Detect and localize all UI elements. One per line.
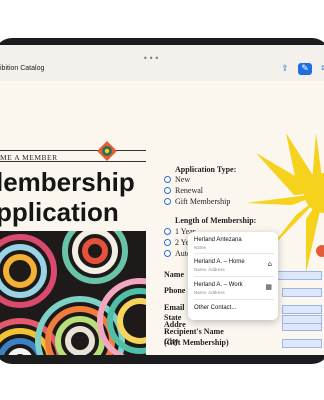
markup-icon[interactable]: ✎ (298, 63, 312, 75)
autofill-item-title[interactable]: Herland A. – Work (194, 282, 243, 288)
option-gift-membership[interactable]: Gift Membership (164, 197, 230, 206)
radio-button[interactable] (164, 239, 171, 246)
diamond-emblem-icon (97, 141, 117, 161)
email-label: Email (164, 303, 185, 312)
radio-button[interactable] (164, 250, 171, 257)
option-renewal[interactable]: Renewal (164, 186, 203, 195)
application-heading: pplication (0, 197, 119, 227)
length-label: Length of Membership: (175, 216, 257, 225)
phone-field[interactable] (282, 288, 322, 297)
building-icon: ▦ (265, 283, 272, 291)
recipient-gift-label: (Gift Membership) (164, 338, 229, 347)
divider (194, 253, 274, 254)
name-label: Name (164, 270, 184, 279)
autofill-item-subtitle: Name, Address (194, 267, 225, 272)
autofill-item-subtitle: Name (194, 245, 207, 250)
autofill-item-subtitle: Name, Address (194, 290, 225, 295)
radio-button[interactable] (164, 228, 171, 235)
state-label: State (164, 313, 182, 322)
email-field[interactable] (282, 305, 322, 314)
multitasking-dots-icon[interactable]: ••• (143, 54, 160, 63)
state-field[interactable] (282, 315, 322, 324)
brochure-artwork (0, 231, 146, 355)
autofill-item-title[interactable]: Herland Antezana (194, 237, 242, 243)
home-icon: ⌂ (267, 260, 272, 268)
membership-heading: lembership (0, 167, 135, 197)
compose-icon[interactable]: ✉ (318, 63, 324, 75)
autofill-item-title[interactable]: Herland A. – Home (194, 259, 245, 265)
toolbar: ••• ibition Catalog ⇪ ✎ ✉ (0, 45, 324, 82)
application-type-label: Application Type: (175, 165, 237, 174)
other-contact-button[interactable]: Other Contact... (194, 305, 236, 311)
option-new[interactable]: New (164, 175, 190, 184)
document-title: ibition Catalog (0, 65, 45, 72)
divider (0, 161, 146, 162)
radio-button[interactable] (164, 176, 171, 183)
divider (194, 276, 274, 277)
share-icon[interactable]: ⇪ (278, 63, 292, 75)
radio-button[interactable] (164, 198, 171, 205)
divider (0, 150, 146, 151)
phone-label: Phone (164, 286, 186, 295)
divider (194, 299, 274, 300)
city-field[interactable] (282, 339, 322, 348)
recipient-name-label: Recipient's Name (164, 327, 224, 336)
brochure-left-panel: ME A MEMBER lembership pplication (0, 81, 146, 355)
radio-button[interactable] (164, 187, 171, 194)
autofill-popup: Herland Antezana Name Herland A. – Home … (188, 232, 278, 320)
